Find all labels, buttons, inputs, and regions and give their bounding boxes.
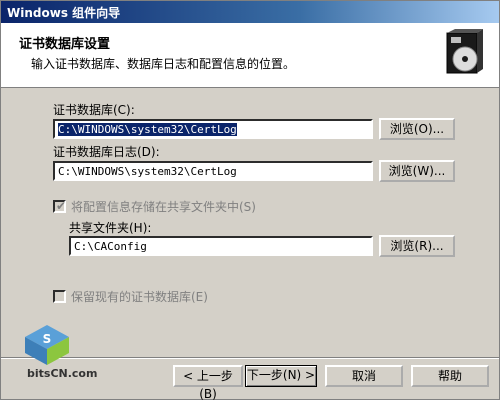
title-bar[interactable]: Windows 组件向导: [1, 1, 499, 23]
keep-existing-label: 保留现有的证书数据库(E): [71, 290, 208, 304]
store-shared-label: 将配置信息存储在共享文件夹中(S): [71, 200, 256, 214]
window-title: Windows 组件向导: [7, 6, 121, 20]
keep-existing-checkbox[interactable]: [53, 290, 66, 303]
cert-db-input[interactable]: C:\WINDOWS\system32\CertLog: [53, 119, 373, 139]
shared-folder-input[interactable]: C:\CAConfig: [69, 236, 373, 256]
back-button[interactable]: < 上一步(B): [173, 365, 243, 401]
cert-log-input[interactable]: C:\WINDOWS\system32\CertLog: [53, 161, 373, 181]
cert-db-value: C:\WINDOWS\system32\CertLog: [58, 123, 237, 136]
page-title: 证书数据库设置: [19, 37, 111, 52]
cancel-button[interactable]: 取消: [325, 365, 403, 387]
wizard-window: Windows 组件向导 证书数据库设置 输入证书数据库、数据库日志和配置信息的…: [0, 0, 500, 401]
svg-text:S: S: [43, 332, 52, 346]
help-button[interactable]: 帮助: [411, 365, 489, 387]
store-shared-checkbox[interactable]: ✔: [53, 199, 67, 213]
next-button[interactable]: 下一步(N) >: [245, 365, 317, 387]
watermark-text: bitsCN.com: [27, 367, 98, 380]
check-mark-icon: ✔: [56, 199, 67, 213]
browse-cert-db-button[interactable]: 浏览(O)...: [379, 118, 455, 140]
shared-folder-label: 共享文件夹(H):: [69, 221, 152, 235]
cert-db-label: 证书数据库(C):: [53, 103, 135, 117]
page-subtitle: 输入证书数据库、数据库日志和配置信息的位置。: [31, 57, 296, 71]
cd-box-icon: [441, 29, 487, 77]
browse-shared-folder-button[interactable]: 浏览(R)...: [379, 235, 455, 257]
browse-cert-log-button[interactable]: 浏览(W)...: [379, 160, 455, 182]
logo-icon: S: [25, 325, 69, 365]
cert-log-label: 证书数据库日志(D):: [53, 145, 160, 159]
wizard-header: 证书数据库设置 输入证书数据库、数据库日志和配置信息的位置。: [1, 23, 499, 88]
bitscn-logo: S bitsCN.com: [17, 323, 107, 383]
